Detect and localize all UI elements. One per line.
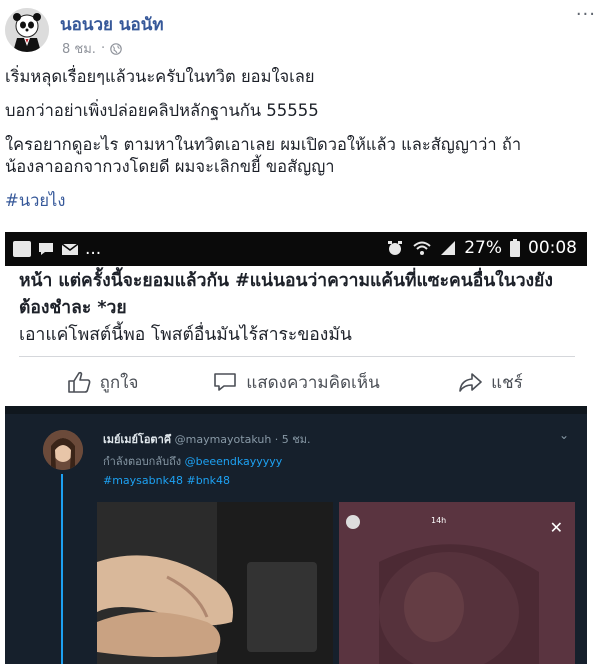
tweet-handle-time: @maymayotakuh · 5 ชม. xyxy=(174,433,311,446)
post-header: นอนวย นอนัท 8 ชม. · ··· xyxy=(0,0,600,62)
tweet-avatar xyxy=(43,430,83,470)
reply-mention: @beeendkayyyyy xyxy=(184,455,283,468)
post-meta: 8 ชม. · xyxy=(62,38,122,59)
status-ellipsis: ... xyxy=(85,239,102,259)
globe-icon[interactable] xyxy=(110,42,122,55)
battery-percent: 27% xyxy=(464,238,502,258)
tweet-header: เมย์เมย์โอตาคึ @maymayotakuh · 5 ชม. xyxy=(103,430,311,448)
alarm-icon xyxy=(388,241,403,255)
story-header-bar: 14h ✕ xyxy=(345,514,569,537)
panda-avatar-icon xyxy=(5,8,49,52)
post-paragraph-3-line-2: น้องลาออกจากวงโดยดี ผมจะเลิกขยี้ ขอสัญญา xyxy=(5,157,335,176)
embedded-divider xyxy=(19,356,575,357)
embedded-action-bar: ถูกใจ แสดงความคิดเห็น แชร์ xyxy=(5,364,587,400)
share-button: แชร์ xyxy=(393,364,587,400)
tweet-hashtags: #maysabnk48 #bnk48 xyxy=(103,474,231,487)
tweet-reply-context: กำลังตอบกลับถึง @beeendkayyyyy xyxy=(103,452,282,470)
author-avatar[interactable] xyxy=(5,8,49,52)
author-name[interactable]: นอนวย นอนัท xyxy=(60,11,164,38)
embedded-fb-text: หน้า แต่ครั้งนี้จะยอมแล้วกัน #แน่นอนว่าค… xyxy=(19,268,579,349)
reply-prefix: กำลังตอบกลับถึง xyxy=(103,455,182,468)
share-arrow-icon xyxy=(459,373,482,392)
post-hashtag[interactable]: #นวยไง xyxy=(5,190,595,212)
embedded-line-3: เอาแค่โพสต์นี้พอ โพสต์อื่นมันไร้สาระของม… xyxy=(19,325,352,345)
attached-screenshot[interactable]: ... 27% 00:08 หน้า แต่ครั้งนี้จะยอมแล้วก… xyxy=(5,232,587,664)
wifi-icon xyxy=(413,241,431,255)
embedded-line-1: หน้า แต่ครั้งนี้จะยอมแล้วกัน #แน่นอนว่าค… xyxy=(19,271,553,291)
close-icon: ✕ xyxy=(549,518,563,537)
tweet-media-hands-photo xyxy=(97,502,333,664)
meta-separator: · xyxy=(100,41,106,56)
share-label: แชร์ xyxy=(491,372,523,393)
chevron-down-icon: ⌄ xyxy=(558,428,569,442)
phone-status-bar: ... 27% 00:08 xyxy=(5,232,587,266)
tweet-avatar-photo xyxy=(43,430,83,470)
tweet-display-name: เมย์เมย์โอตาคึ xyxy=(103,433,172,446)
battery-icon xyxy=(510,239,520,257)
tweet-media-story-screenshot: 14h ✕ xyxy=(339,502,575,664)
post-timestamp[interactable]: 8 ชม. xyxy=(62,38,96,59)
status-right-icons: 27% 00:08 xyxy=(386,238,577,258)
status-left-icons: ... xyxy=(13,239,101,259)
more-dots-icon[interactable]: ··· xyxy=(576,4,596,25)
post-paragraph-1: เริ่มหลุดเรื่อยๆแล้วนะครับในทวิต ยอมใจเล… xyxy=(5,67,315,86)
like-button: ถูกใจ xyxy=(5,364,199,400)
post-body: เริ่มหลุดเรื่อยๆแล้วนะครับในทวิต ยอมใจเล… xyxy=(5,66,595,224)
comment-button: แสดงความคิดเห็น xyxy=(199,364,393,400)
comment-bubble-icon xyxy=(214,373,237,391)
story-time: 14h xyxy=(431,516,447,525)
status-clock: 00:08 xyxy=(528,238,577,258)
like-label: ถูกใจ xyxy=(99,372,139,393)
embedded-fb-post: หน้า แต่ครั้งนี้จะยอมแล้วกัน #แน่นอนว่าค… xyxy=(5,266,587,406)
post-paragraph-2: บอกว่าอย่าเพิ่งปล่อยคลิปหลักฐานกัน 55555 xyxy=(5,101,319,120)
embedded-tweet: เมย์เมย์โอตาคึ @maymayotakuh · 5 ชม. ⌄ ก… xyxy=(5,406,587,664)
hands-photo-image xyxy=(97,502,333,664)
post-paragraph-3-line-1: ใครอยากดูอะไร ตามหาในทวิตเอาเลย ผมเปิดวอ… xyxy=(5,135,522,154)
gallery-icon xyxy=(13,241,31,257)
message-icon xyxy=(39,243,53,255)
signal-icon xyxy=(441,241,456,255)
embedded-line-2: ต้องชำละ *วย xyxy=(19,298,127,318)
comment-label: แสดงความคิดเห็น xyxy=(246,372,380,393)
thread-line xyxy=(61,474,63,664)
mail-icon xyxy=(61,243,79,255)
like-thumb-icon xyxy=(67,371,90,393)
story-avatar-icon xyxy=(346,515,360,529)
